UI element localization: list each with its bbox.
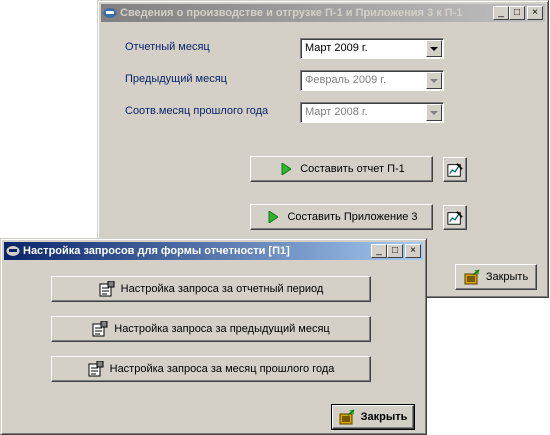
edit-report-p1-button[interactable]: [443, 157, 467, 182]
build-report-p1-label: Составить отчет П-1: [300, 163, 405, 175]
exit-door-icon: [464, 269, 480, 285]
configure-current-period-query-label: Настройка запроса за отчетный период: [120, 283, 324, 295]
previous-month-label: Предыдущий месяц: [125, 73, 227, 85]
chevron-down-icon: [426, 72, 442, 89]
build-report-p1-button[interactable]: Составить отчет П-1: [250, 156, 433, 182]
build-appendix3-label: Составить Приложение 3: [287, 211, 418, 223]
edit-appendix3-button[interactable]: [443, 205, 467, 230]
close-window-button[interactable]: ×: [527, 6, 543, 20]
configure-last-year-month-query-button[interactable]: Настройка запроса за месяц прошлого года: [51, 356, 371, 382]
close-button-label: Закрыть: [485, 271, 529, 283]
last-year-month-select: Март 2008 г.: [300, 102, 444, 123]
play-arrow-icon: [278, 161, 294, 177]
configure-previous-month-query-label: Настройка запроса за предыдущий месяц: [114, 323, 330, 335]
chevron-down-icon[interactable]: [426, 40, 442, 57]
build-appendix3-button[interactable]: Составить Приложение 3: [250, 204, 433, 230]
close-button[interactable]: Закрыть: [331, 404, 415, 430]
report-month-select[interactable]: Март 2009 г.: [300, 38, 444, 59]
settings-form-icon: [88, 361, 104, 377]
configure-current-period-query-button[interactable]: Настройка запроса за отчетный период: [51, 276, 371, 302]
window-title: Настройка запросов для формы отчетности …: [23, 245, 290, 257]
report-month-label: Отчетный месяц: [125, 41, 210, 53]
minimize-button[interactable]: _: [493, 6, 509, 20]
maximize-button[interactable]: □: [387, 244, 403, 258]
settings-form-icon: [92, 321, 108, 337]
configure-previous-month-query-button[interactable]: Настройка запроса за предыдущий месяц: [51, 316, 371, 342]
exit-door-icon: [339, 409, 355, 425]
app-icon: [6, 244, 20, 258]
edit-chart-icon: [447, 162, 463, 178]
last-year-month-label: Соотв.месяц прошлого года: [125, 105, 269, 117]
close-window-button[interactable]: ×: [405, 244, 421, 258]
settings-form-icon: [99, 281, 115, 297]
maximize-button[interactable]: □: [509, 6, 525, 20]
report-month-value: Март 2009 г.: [305, 42, 368, 54]
window-title: Сведения о производстве и отгрузке П-1 и…: [120, 7, 463, 19]
production-report-titlebar[interactable]: Сведения о производстве и отгрузке П-1 и…: [101, 4, 545, 22]
close-button-label: Закрыть: [360, 411, 408, 423]
previous-month-select: Февраль 2009 г.: [300, 70, 444, 91]
play-arrow-icon: [265, 209, 281, 225]
query-settings-titlebar[interactable]: Настройка запросов для формы отчетности …: [4, 242, 423, 260]
chevron-down-icon: [426, 104, 442, 121]
app-icon: [103, 6, 117, 20]
edit-chart-icon: [447, 210, 463, 226]
last-year-month-value: Март 2008 г.: [305, 106, 368, 118]
minimize-button[interactable]: _: [371, 244, 387, 258]
configure-last-year-month-query-label: Настройка запроса за месяц прошлого года: [109, 363, 335, 375]
query-settings-window: Настройка запросов для формы отчетности …: [0, 238, 427, 435]
previous-month-value: Февраль 2009 г.: [305, 74, 387, 86]
close-button[interactable]: Закрыть: [455, 264, 537, 290]
